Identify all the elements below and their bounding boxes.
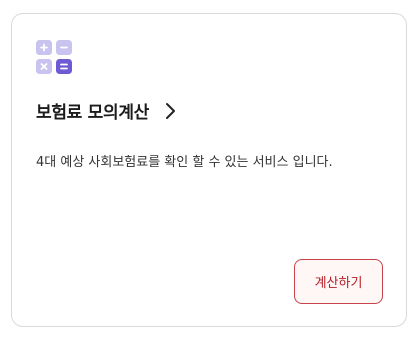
card-title: 보험료 모의계산 [36, 103, 149, 123]
card-title-link[interactable]: 보험료 모의계산 [36, 98, 177, 123]
calculator-icon [36, 40, 72, 74]
chevron-right-icon [166, 102, 175, 119]
insurance-calculator-card: 보험료 모의계산 4대 예상 사회보험료를 확인 할 수 있는 서비스 입니다.… [11, 13, 407, 327]
calculate-button[interactable]: 계산하기 [294, 259, 383, 304]
card-description: 4대 예상 사회보험료를 확인 할 수 있는 서비스 입니다. [36, 155, 333, 170]
